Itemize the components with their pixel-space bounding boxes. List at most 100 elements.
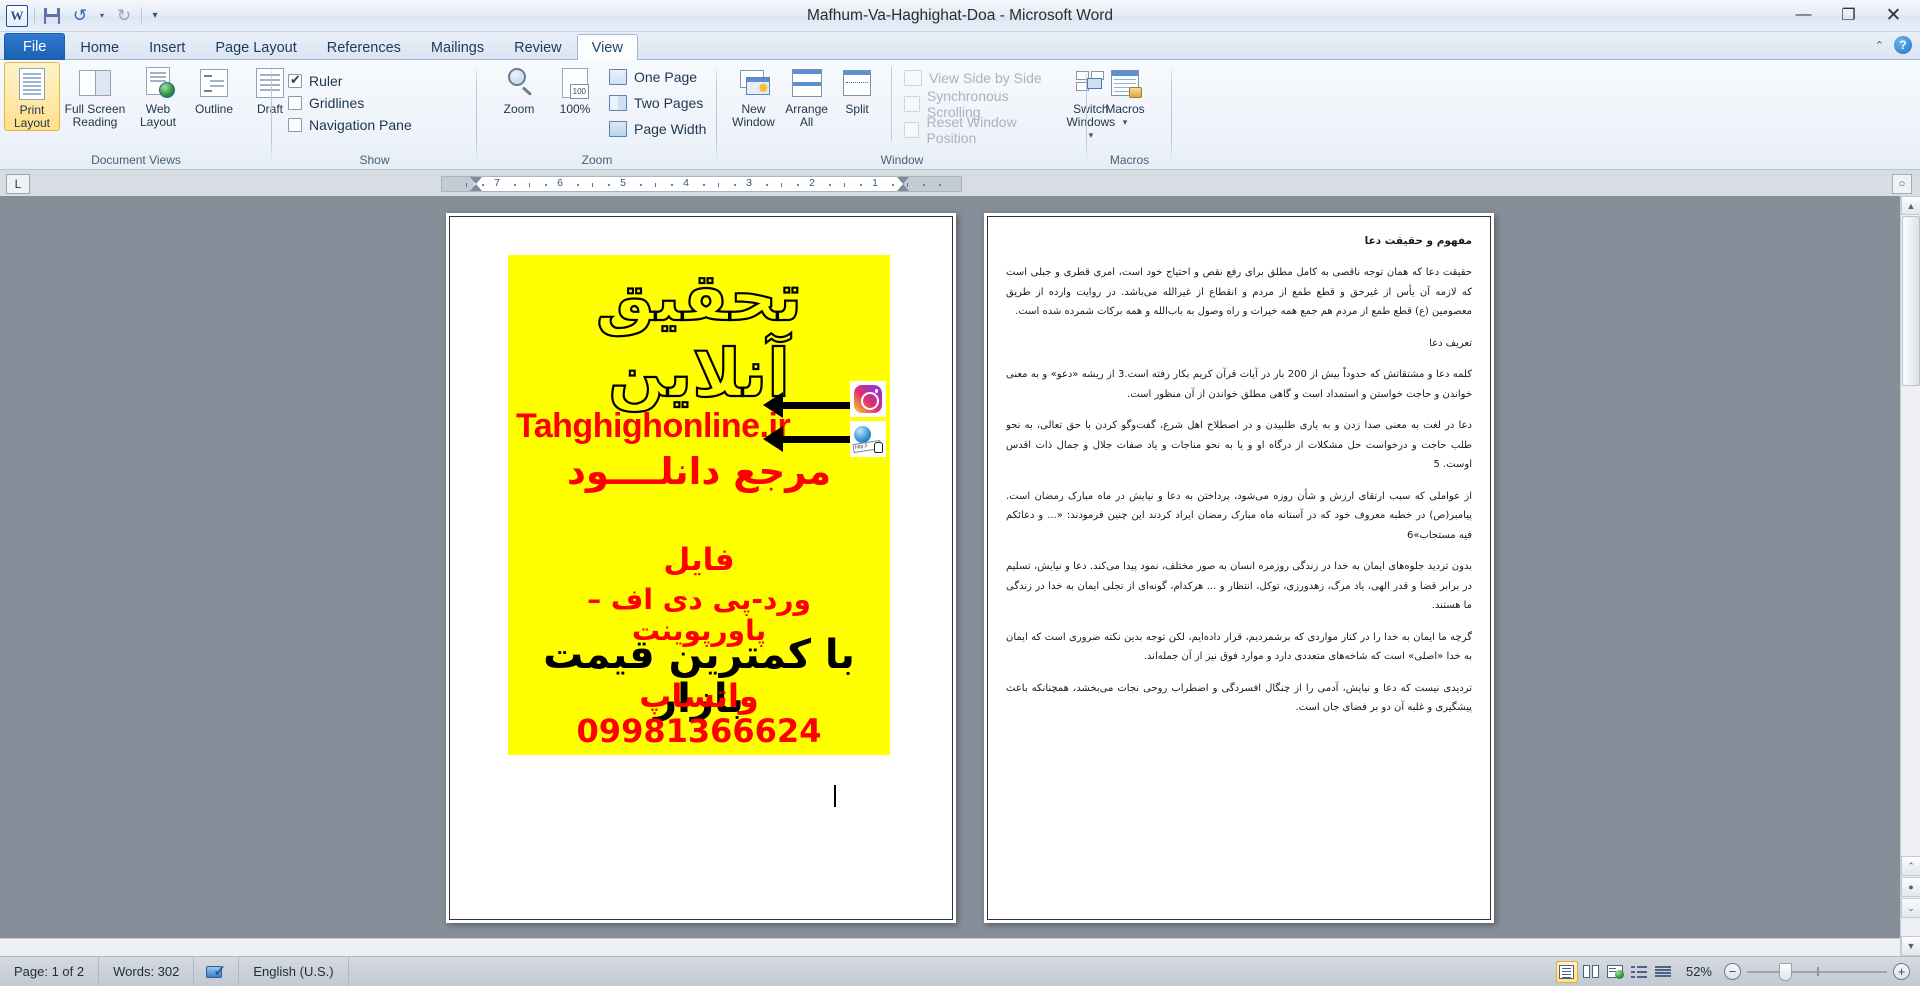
document-heading: مفهوم و حقیقت دعا [1364, 235, 1472, 247]
document-paragraph: دعا در لغت به معنی صدا زدن و به یاری طلب… [1006, 420, 1472, 470]
horizontal-ruler[interactable]: 7 6 5 4 3 2 1 [441, 176, 962, 192]
previous-page-button[interactable]: ⌃ [1901, 856, 1920, 876]
arrange-all-label: Arrange All [785, 102, 828, 129]
scroll-up-button[interactable]: ▲ [1901, 196, 1920, 215]
navigation-pane-checkbox-row[interactable]: Navigation Pane [286, 114, 412, 136]
horizontal-scrollbar[interactable] [0, 938, 1900, 956]
group-label-document-views: Document Views [91, 153, 181, 167]
print-layout-icon [15, 67, 49, 101]
macros-button[interactable]: Macros ▾ [1097, 62, 1153, 129]
word-count[interactable]: Words: 302 [99, 956, 195, 986]
tab-stop-selector[interactable]: L [6, 174, 30, 194]
macros-label: Macros [1105, 102, 1145, 116]
advertisement-image[interactable]: تحقیق آنلاین Tahghighonline.ir http:// م… [508, 255, 890, 755]
first-line-indent-marker[interactable] [470, 177, 482, 184]
new-window-button[interactable]: ✸ New Window [727, 62, 780, 129]
ad-phone-number: 09981366624 [576, 711, 822, 750]
ruler-checkbox[interactable] [288, 72, 302, 88]
gridlines-label: Gridlines [309, 95, 365, 111]
ruler-num-5: 5 [620, 177, 626, 189]
web-layout-label: Web Layout [139, 102, 177, 129]
one-page-button[interactable]: One Page [609, 66, 706, 88]
right-indent-marker-top[interactable] [897, 177, 909, 184]
proofing-status-button[interactable]: ✓ [194, 956, 240, 986]
status-view-web-layout[interactable] [1604, 961, 1626, 983]
ad-headline: تحقیق آنلاین [595, 259, 803, 413]
status-view-draft[interactable] [1652, 961, 1674, 983]
ruler-num-2: 2 [809, 177, 815, 189]
tab-page-layout[interactable]: Page Layout [200, 34, 311, 60]
group-label-window: Window [880, 153, 924, 167]
word-window: W ↺ ▾ ↻ ▾ Mafhum-Va-Haghighat-Doa - Micr… [0, 0, 1920, 986]
gridlines-checkbox-row[interactable]: Gridlines [286, 92, 364, 114]
page-indicator[interactable]: Page: 1 of 2 [0, 956, 100, 986]
tab-insert[interactable]: Insert [134, 34, 200, 60]
split-icon [840, 66, 874, 100]
two-pages-button[interactable]: Two Pages [609, 92, 706, 114]
page-width-button[interactable]: Page Width [609, 118, 706, 140]
print-layout-button[interactable]: Print Layout [4, 62, 60, 131]
print-layout-label: Print Layout [13, 103, 51, 130]
group-label-show: Show [359, 153, 390, 167]
scroll-down-button[interactable]: ▼ [1901, 936, 1920, 956]
synchronous-scrolling-button[interactable]: Synchronous Scrolling [904, 88, 1047, 120]
zoom-percentage[interactable]: 52% [1676, 964, 1722, 979]
close-button[interactable]: ✕ [1871, 0, 1916, 30]
vertical-scrollbar[interactable]: ▲ ⌃ ● ⌄ ▼ [1900, 196, 1920, 956]
ribbon-group-document-views: Print Layout Full Screen Reading Web Lay… [0, 60, 284, 170]
view-side-by-side-icon [904, 70, 923, 86]
language-indicator[interactable]: English (U.S.) [239, 956, 349, 986]
hanging-indent-marker[interactable] [470, 184, 482, 191]
outline-button[interactable]: Outline [186, 62, 242, 116]
document-canvas[interactable]: تحقیق آنلاین Tahghighonline.ir http:// م… [0, 196, 1920, 956]
document-page-1[interactable]: تحقیق آنلاین Tahghighonline.ir http:// م… [446, 213, 956, 923]
right-indent-marker-bottom[interactable] [897, 184, 909, 191]
zoom-out-button[interactable]: − [1724, 963, 1741, 980]
zoom-100-button[interactable]: 100 100% [547, 62, 603, 116]
help-icon[interactable]: ? [1894, 36, 1912, 54]
split-button[interactable]: Split [833, 62, 881, 116]
tab-file[interactable]: File [4, 33, 66, 60]
full-screen-reading-button[interactable]: Full Screen Reading [60, 62, 130, 129]
gridlines-checkbox[interactable] [288, 96, 302, 110]
reset-window-position-button[interactable]: Reset Window Position [904, 114, 1047, 146]
status-view-full-screen-reading[interactable] [1580, 961, 1602, 983]
document-page-2[interactable]: مفهوم و حقیقت دعا حقیقت دعا که همان توجه… [984, 213, 1494, 923]
status-view-print-layout[interactable] [1555, 960, 1578, 983]
select-browse-object-button[interactable]: ○ [1892, 174, 1912, 194]
tab-review[interactable]: Review [499, 34, 577, 60]
zoom-slider-thumb[interactable] [1779, 962, 1792, 981]
group-label-macros: Macros [1109, 153, 1150, 167]
web-layout-icon [141, 66, 175, 100]
ribbon-group-window: ✸ New Window Arrange All Split View Side… [717, 60, 1115, 170]
navigation-pane-label: Navigation Pane [309, 117, 412, 133]
zoom-button[interactable]: Zoom [491, 62, 547, 116]
ribbon: Print Layout Full Screen Reading Web Lay… [0, 60, 1920, 170]
ruler-num-4: 4 [683, 177, 689, 189]
document-paragraph: بدون تردید جلوه‌های ایمان به خدا در زندگ… [1006, 561, 1472, 611]
restore-button[interactable]: ❐ [1826, 0, 1871, 30]
zoom-in-button[interactable]: + [1893, 963, 1910, 980]
scroll-thumb[interactable] [1902, 216, 1920, 386]
navigation-pane-checkbox[interactable] [288, 118, 302, 132]
instagram-icon[interactable] [850, 381, 886, 417]
status-bar: Page: 1 of 2 Words: 302 ✓ English (U.S.) [0, 956, 1920, 986]
tab-references[interactable]: References [312, 34, 416, 60]
zoom-slider[interactable] [1743, 957, 1891, 986]
document-paragraph: از عواملی که سبب ارتقای ارزش و شأن روزه … [1006, 490, 1472, 541]
view-side-by-side-button[interactable]: View Side by Side [904, 67, 1047, 89]
collapse-ribbon-icon[interactable]: ⌃ [1875, 39, 1884, 52]
arrange-all-button[interactable]: Arrange All [780, 62, 833, 129]
minimize-button[interactable]: — [1781, 0, 1826, 30]
ruler-checkbox-row[interactable]: Ruler [286, 70, 342, 92]
web-layout-button[interactable]: Web Layout [130, 62, 186, 129]
tab-view[interactable]: View [576, 34, 638, 61]
select-browse-object[interactable]: ● [1901, 877, 1920, 897]
status-view-outline[interactable] [1628, 961, 1650, 983]
tab-home[interactable]: Home [65, 34, 134, 60]
next-page-button[interactable]: ⌄ [1901, 898, 1920, 918]
tab-mailings[interactable]: Mailings [416, 34, 499, 60]
zoom-100-label: 100% [559, 102, 591, 116]
macros-caret[interactable]: ▾ [1123, 116, 1128, 129]
document-paragraph: حقیقت دعا که همان توجه ناقصی به کامل مطل… [1006, 267, 1472, 317]
